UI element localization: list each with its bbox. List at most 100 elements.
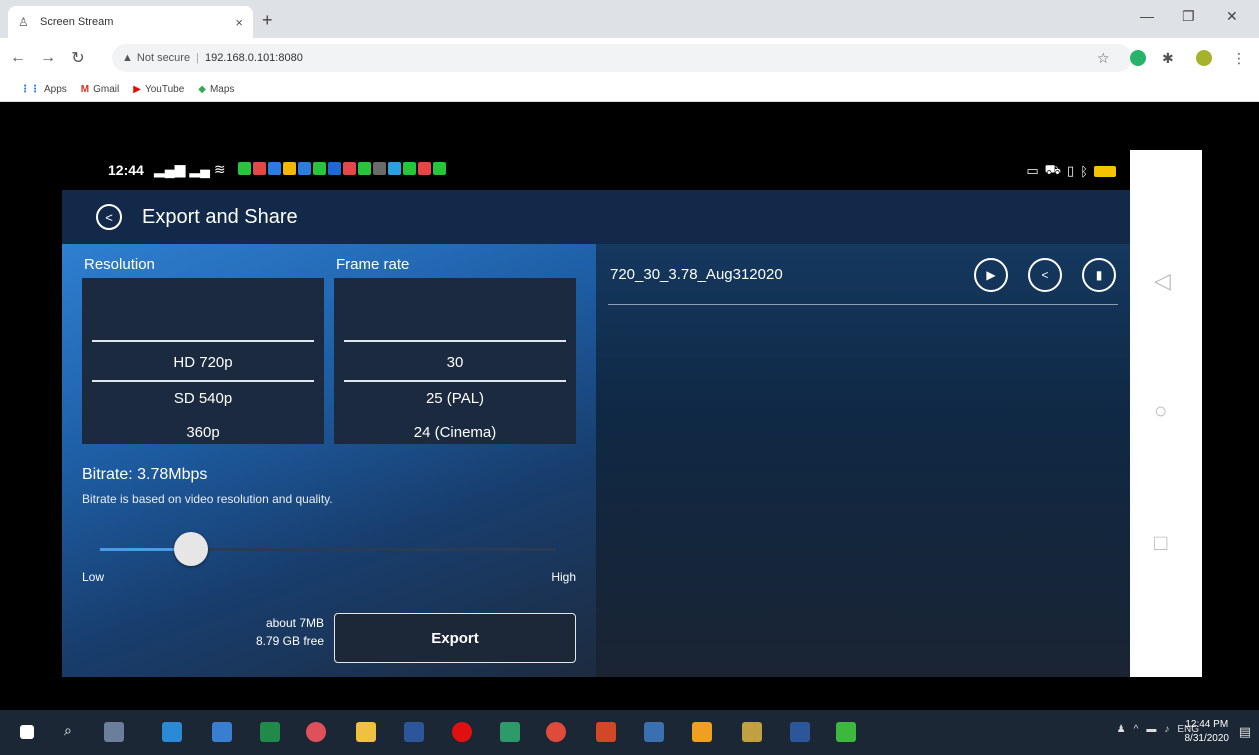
tab-title: Screen Stream	[40, 16, 114, 28]
play-button[interactable]: ▶	[974, 258, 1008, 292]
bitrate-slider[interactable]	[100, 532, 556, 566]
taskbar-app-icon[interactable]	[644, 722, 664, 742]
clock-date: 8/31/2020	[1184, 733, 1230, 744]
bookmark-apps[interactable]: ⋮⋮ Apps	[20, 84, 67, 95]
warning-icon: ▲	[122, 52, 133, 64]
back-share-button[interactable]: <	[96, 204, 122, 230]
taskbar-app-icon[interactable]	[162, 722, 182, 742]
word-icon[interactable]	[404, 722, 424, 742]
minimize-icon[interactable]: —	[1140, 8, 1154, 24]
notification-app-icon	[403, 162, 416, 175]
taskbar-app-icon[interactable]	[306, 722, 326, 742]
picker-line-bottom	[344, 380, 566, 382]
battery-icon	[1094, 165, 1116, 177]
notification-app-icon	[298, 162, 311, 175]
frame-rate-option[interactable]: 24 (Cinema)	[334, 424, 576, 441]
taskbar-app-icon[interactable]	[104, 722, 124, 742]
bookmark-label: YouTube	[144, 84, 185, 95]
address-bar[interactable]: ▲ Not secure | 192.168.0.101:8080	[112, 44, 1132, 72]
tab-close-icon[interactable]: ×	[235, 15, 243, 30]
profile-avatar[interactable]	[1196, 50, 1212, 66]
share-button[interactable]: <	[1028, 258, 1062, 292]
bitrate-slider-thumb[interactable]	[174, 532, 209, 566]
notification-app-icon	[328, 162, 341, 175]
notification-app-icon	[253, 162, 266, 175]
not-secure-label: Not secure	[136, 52, 191, 64]
menu-kebab-icon[interactable]: ⋮	[1232, 50, 1246, 67]
bookmark-star-icon[interactable]: ☆	[1097, 50, 1110, 67]
frame-rate-picker[interactable]: 30 25 (PAL) 24 (Cinema)	[334, 278, 576, 444]
delete-button[interactable]: ▮	[1082, 258, 1116, 292]
share-icon: <	[1041, 268, 1049, 282]
browser-tabstrip: ♙ Screen Stream × + — ❐ ✕	[0, 0, 1259, 38]
clock-time: 12:44 PM	[1185, 719, 1229, 730]
notification-app-icon	[373, 162, 386, 175]
browser-tab[interactable]: ♙ Screen Stream ×	[8, 6, 253, 38]
restore-icon[interactable]: ❐	[1182, 8, 1195, 25]
excel-icon[interactable]	[260, 722, 280, 742]
bookmark-youtube[interactable]: ▶ YouTube	[133, 84, 184, 95]
search-icon[interactable]: ⌕	[64, 722, 84, 742]
notifications-icon[interactable]: ▤	[1239, 724, 1251, 740]
address-separator: |	[196, 52, 199, 64]
play-icon: ▶	[986, 268, 996, 282]
notification-app-icon	[388, 162, 401, 175]
powerpoint-icon[interactable]	[596, 722, 616, 742]
trash-icon: ▮	[1095, 268, 1103, 282]
picker-line-bottom	[92, 380, 314, 382]
url-text: 192.168.0.101:8080	[204, 52, 303, 64]
resolution-picker[interactable]: HD 720p SD 540p 360p	[82, 278, 324, 444]
taskbar-app-icon[interactable]	[836, 722, 856, 742]
reload-icon[interactable]: ↻	[66, 48, 90, 68]
taskbar-app-icon[interactable]	[500, 722, 520, 742]
extension-green-icon[interactable]	[1130, 50, 1146, 66]
frame-rate-option[interactable]: 25 (PAL)	[334, 390, 576, 407]
word-icon[interactable]	[790, 722, 810, 742]
status-right-icons: ▭ ⛟ ▯ ᛒ	[1026, 162, 1116, 180]
chrome-icon[interactable]	[546, 722, 566, 742]
volume-icon[interactable]: ♪	[1164, 724, 1169, 735]
notification-app-icon	[283, 162, 296, 175]
chevron-up-icon[interactable]: ^	[1134, 724, 1139, 735]
new-tab-button[interactable]: +	[262, 10, 273, 31]
slider-high-label: High	[551, 570, 576, 584]
forward-arrow-icon[interactable]: →	[36, 49, 60, 67]
network-icon[interactable]: ▬	[1146, 724, 1156, 735]
resolution-option-selected[interactable]: HD 720p	[82, 354, 324, 371]
back-arrow-icon[interactable]: ←	[6, 49, 30, 67]
taskbar-app-icon[interactable]	[742, 722, 762, 742]
notification-app-icon	[433, 162, 446, 175]
bitrate-title: Bitrate: 3.78Mbps	[82, 466, 208, 483]
file-explorer-icon[interactable]	[356, 722, 376, 742]
notification-app-icon	[358, 162, 371, 175]
resolution-option[interactable]: SD 540p	[82, 390, 324, 407]
taskbar-app-icon[interactable]	[212, 722, 232, 742]
picker-line-top	[92, 340, 314, 342]
frame-rate-label: Frame rate	[336, 256, 410, 273]
frame-rate-option-selected[interactable]: 30	[334, 354, 576, 371]
size-estimate: about 7MB	[265, 616, 324, 630]
opera-icon[interactable]	[452, 722, 472, 742]
bookmark-label: Maps	[209, 84, 235, 95]
bookmark-label: Gmail	[93, 84, 120, 95]
nav-home-icon[interactable]: ○	[1154, 398, 1167, 424]
people-icon[interactable]: ♟	[1117, 724, 1126, 735]
resolution-option[interactable]: 360p	[82, 424, 324, 441]
export-button[interactable]: Export	[334, 613, 576, 663]
bookmark-gmail[interactable]: M Gmail	[81, 84, 119, 95]
file-name[interactable]: 720_30_3.78_Aug312020	[610, 266, 783, 283]
bookmark-maps[interactable]: ◆ Maps	[198, 84, 234, 95]
app-bar: < Export and Share	[62, 190, 1130, 244]
taskbar-app-icon[interactable]	[692, 722, 712, 742]
start-windows-icon[interactable]	[20, 725, 34, 739]
extension-puzzle-icon[interactable]: ✱	[1162, 50, 1174, 67]
taskbar-clock[interactable]: 12:44 PM 8/31/2020	[1185, 718, 1230, 746]
file-actions: ▶ < ▮	[974, 258, 1116, 292]
nav-recents-icon[interactable]: □	[1154, 530, 1167, 556]
gmail-icon: M	[80, 84, 90, 95]
page-title: Export and Share	[142, 205, 298, 228]
status-time: 12:44	[108, 162, 144, 178]
nav-back-icon[interactable]: ◁	[1154, 268, 1171, 294]
close-window-icon[interactable]: ✕	[1226, 8, 1238, 25]
browser-toolbar: ← → ↻ ▲ Not secure | 192.168.0.101:8080 …	[0, 38, 1259, 78]
